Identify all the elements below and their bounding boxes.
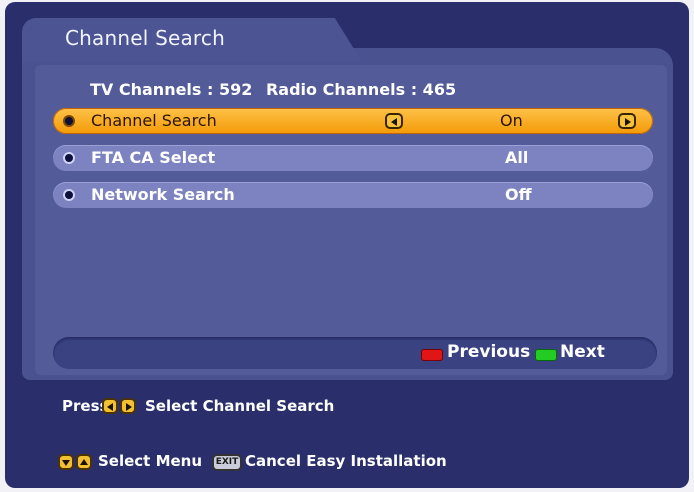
- next-button[interactable]: Next: [560, 342, 605, 362]
- radio-channel-count: Radio Channels : 465: [265, 80, 457, 99]
- previous-button[interactable]: Previous: [447, 342, 530, 362]
- bullet-icon: [63, 115, 75, 127]
- up-arrow-icon: [76, 454, 92, 470]
- row-value: All: [505, 148, 529, 167]
- down-arrow-icon: [58, 454, 74, 470]
- row-value: Off: [505, 185, 532, 204]
- green-key-icon[interactable]: [535, 349, 557, 361]
- navigation-bar: Previous Next: [53, 337, 657, 369]
- right-arrow-icon: [120, 398, 136, 414]
- right-arrow-icon[interactable]: [618, 113, 636, 129]
- bullet-icon: [63, 152, 75, 164]
- page-title: Channel Search: [65, 26, 225, 50]
- left-arrow-icon: [102, 398, 118, 414]
- menu-row-network-search[interactable]: Network Search Off: [53, 182, 653, 208]
- osd-window: Channel Search TV Channels : 592 Radio C…: [5, 2, 689, 488]
- menu-row-fta-ca-select[interactable]: FTA CA Select All: [53, 145, 653, 171]
- row-label: Channel Search: [91, 111, 217, 130]
- row-label: FTA CA Select: [91, 148, 216, 167]
- left-arrow-icon[interactable]: [385, 113, 403, 129]
- cancel-easy-installation-hint: Cancel Easy Installation: [245, 452, 447, 470]
- select-menu-hint: Select Menu: [98, 452, 203, 470]
- exit-key-icon[interactable]: EXIT: [212, 454, 242, 471]
- menu-row-channel-search[interactable]: Channel Search On: [53, 108, 653, 134]
- bullet-icon: [63, 189, 75, 201]
- row-label: Network Search: [91, 185, 235, 204]
- row-value: On: [500, 111, 523, 130]
- select-channel-search-hint: Select Channel Search: [145, 397, 335, 415]
- channel-counts: TV Channels : 592 Radio Channels : 465: [90, 80, 464, 99]
- red-key-icon[interactable]: [421, 349, 443, 361]
- tv-channel-count: TV Channels : 592: [90, 80, 253, 99]
